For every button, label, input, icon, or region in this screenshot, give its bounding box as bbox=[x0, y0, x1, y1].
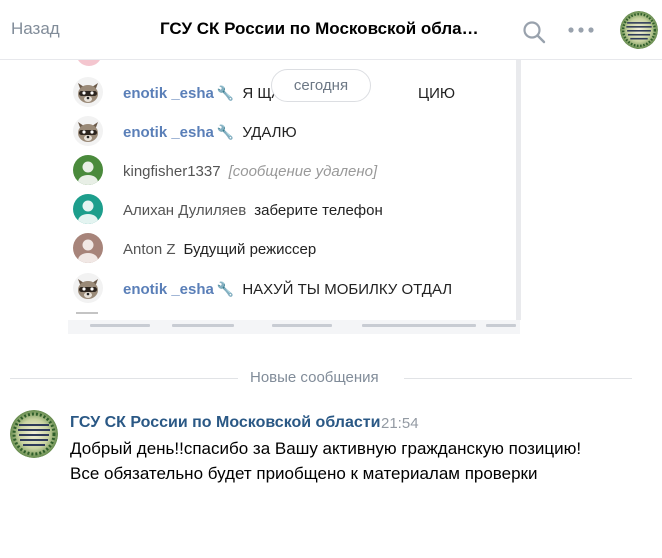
partial-avatar bbox=[76, 60, 102, 66]
wrench-icon: 🔧 bbox=[216, 281, 235, 297]
community-logo bbox=[10, 410, 58, 458]
raccoon-avatar-icon bbox=[73, 116, 103, 146]
user-avatar-icon bbox=[73, 155, 103, 185]
chat-nick: Алихан Дулиляев bbox=[123, 202, 247, 219]
search-icon[interactable] bbox=[522, 20, 546, 44]
chat-title[interactable]: ГСУ СК России по Московской обла… bbox=[160, 19, 490, 39]
divider-line-right bbox=[404, 378, 632, 379]
chat-nick: enotik _esha bbox=[123, 281, 214, 298]
user-avatar-icon bbox=[73, 233, 103, 263]
message-time: 21:54 bbox=[381, 415, 419, 432]
message-text: Добрый день!!спасибо за Вашу активную гр… bbox=[70, 439, 582, 483]
chat-row: enotik _esha 🔧 УДАЛЮ bbox=[68, 116, 520, 148]
chat-row: kingfisher1337 [сообщение удалено] bbox=[68, 155, 520, 187]
chat-nick: kingfisher1337 bbox=[123, 163, 221, 180]
back-button[interactable]: Назад bbox=[11, 19, 60, 39]
divider-line-left bbox=[10, 378, 238, 379]
chat-row: Алихан Дулиляев заберите телефон bbox=[68, 194, 520, 226]
chat-row: enotik _esha 🔧 НАХУЙ ТЫ МОБИЛКУ ОТДАЛ bbox=[68, 273, 520, 305]
header-bar: Назад ГСУ СК России по Московской обла… bbox=[0, 0, 662, 60]
chat-message: НАХУЙ ТЫ МОБИЛКУ ОТДАЛ bbox=[242, 281, 453, 298]
thumbnail-strip bbox=[68, 320, 520, 334]
wrench-icon: 🔧 bbox=[216, 124, 235, 140]
community-logo bbox=[620, 11, 658, 49]
chat-nick: Anton Z bbox=[123, 241, 176, 258]
chat-message-deleted: [сообщение удалено] bbox=[228, 163, 378, 180]
raccoon-avatar-icon bbox=[73, 77, 103, 107]
chat-message: УДАЛЮ bbox=[242, 124, 297, 141]
wrench-icon: 🔧 bbox=[216, 85, 235, 101]
chat-nick: enotik _esha bbox=[123, 124, 214, 141]
chat-message: заберите телефон bbox=[254, 202, 383, 219]
message-author[interactable]: ГСУ СК России по Московской области bbox=[70, 414, 380, 432]
date-pill: сегодня bbox=[271, 69, 371, 102]
chat-message-tail: ЦИЮ bbox=[418, 85, 456, 102]
more-icon[interactable] bbox=[567, 22, 595, 38]
raccoon-avatar-icon bbox=[73, 273, 103, 303]
author-avatar[interactable] bbox=[10, 410, 58, 458]
community-avatar[interactable] bbox=[620, 11, 658, 49]
new-messages-divider: Новые сообщения bbox=[250, 369, 379, 386]
chat-row: Anton Z Будущий режиссер bbox=[68, 233, 520, 265]
chat-nick: enotik _esha bbox=[123, 85, 214, 102]
chat-message: Будущий режиссер bbox=[183, 241, 317, 258]
attachment-scrollbar bbox=[516, 60, 521, 320]
user-avatar-icon bbox=[73, 194, 103, 224]
